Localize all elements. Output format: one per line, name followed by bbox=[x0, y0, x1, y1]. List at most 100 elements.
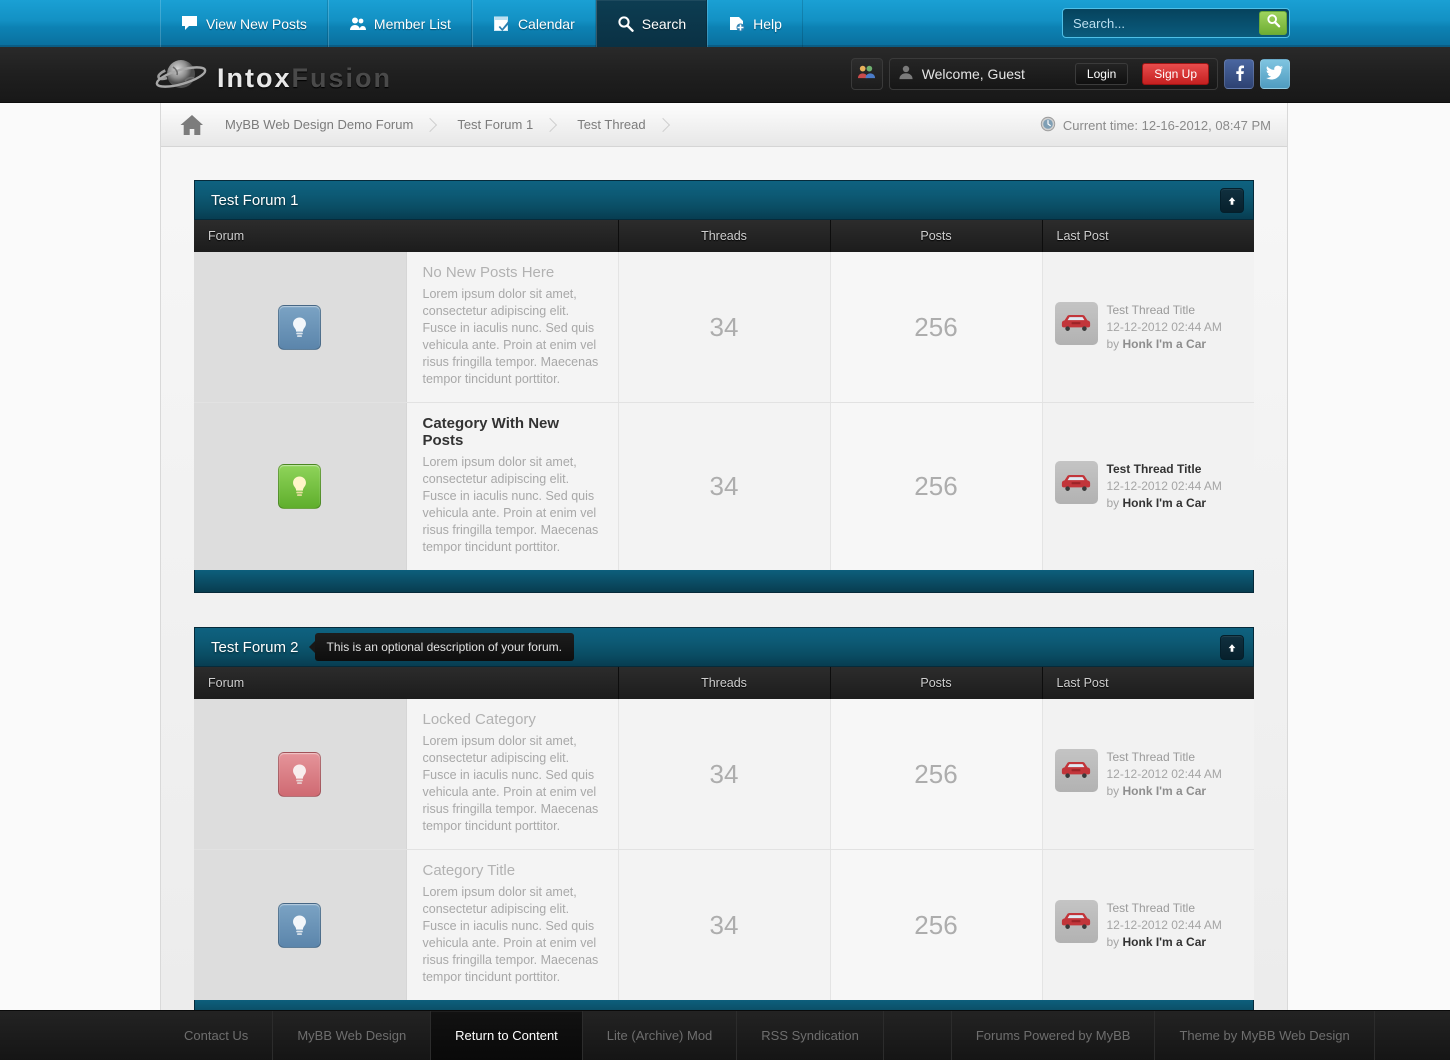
table-row: Locked Category Lorem ipsum dolor sit am… bbox=[194, 699, 1254, 850]
breadcrumb-item-2[interactable]: Test Thread bbox=[563, 103, 675, 147]
logo-text-second: Fusion bbox=[291, 63, 392, 93]
car-avatar-icon[interactable] bbox=[1054, 301, 1098, 345]
footer-link-powered-by-mybb[interactable]: Forums Powered by MyBB bbox=[952, 1011, 1156, 1060]
last-post-author-line: by Honk I'm a Car bbox=[1107, 495, 1222, 512]
nav-item-label: Member List bbox=[373, 15, 451, 32]
lightbulb-icon[interactable] bbox=[278, 464, 322, 509]
welcome-text: Welcome, Guest bbox=[921, 66, 1025, 82]
by-prefix: by bbox=[1106, 783, 1123, 798]
forum-status-cell bbox=[194, 402, 407, 570]
nav-items: View New Posts Member List Calendar Sear… bbox=[160, 0, 803, 47]
forum-status-cell bbox=[194, 699, 407, 850]
clock-icon bbox=[1040, 116, 1056, 135]
breadcrumb-item-0[interactable]: MyBB Web Design Demo Forum bbox=[211, 103, 443, 147]
forum-info-cell: No New Posts Here Lorem ipsum dolor sit … bbox=[406, 252, 618, 403]
breadcrumb-item-1[interactable]: Test Forum 1 bbox=[443, 103, 563, 147]
threads-count: 34 bbox=[617, 699, 830, 850]
last-post-author[interactable]: Honk I'm a Car bbox=[1123, 935, 1207, 949]
by-prefix: by bbox=[1106, 934, 1123, 949]
forum-table: Forum Threads Posts Last Post bbox=[194, 220, 1254, 570]
lightbulb-icon[interactable] bbox=[278, 751, 322, 797]
collapse-up-icon[interactable] bbox=[1220, 188, 1244, 213]
threads-count: 34 bbox=[617, 252, 830, 403]
welcome-box: Welcome, Guest Login Sign Up bbox=[888, 58, 1218, 90]
col-threads: Threads bbox=[618, 220, 831, 252]
magnifier-icon bbox=[1266, 13, 1281, 33]
last-post-title[interactable]: Test Thread Title bbox=[1107, 302, 1222, 319]
forum-panel-0: Test Forum 1 Forum Threads Posts Last Po… bbox=[194, 180, 1254, 593]
last-post-author[interactable]: Honk I'm a Car bbox=[1123, 496, 1207, 510]
posts-count: 256 bbox=[829, 849, 1042, 1000]
last-post-author[interactable]: Honk I'm a Car bbox=[1123, 337, 1207, 351]
home-icon[interactable] bbox=[179, 113, 205, 137]
col-last-post: Last Post bbox=[1042, 220, 1254, 252]
col-posts: Posts bbox=[830, 667, 1043, 699]
last-post-cell: Test Thread Title 12-12-2012 02:44 AM by… bbox=[1041, 402, 1254, 570]
nav-item-calendar[interactable]: Calendar bbox=[471, 0, 596, 47]
last-post-title[interactable]: Test Thread Title bbox=[1107, 900, 1222, 917]
table-row: Category Title Lorem ipsum dolor sit ame… bbox=[194, 849, 1254, 1000]
footer-links: Contact Us MyBB Web Design Return to Con… bbox=[160, 1011, 1375, 1060]
breadcrumb: MyBB Web Design Demo Forum Test Forum 1 … bbox=[161, 103, 1287, 147]
threads-count: 34 bbox=[617, 402, 830, 570]
buddy-list-button[interactable] bbox=[850, 58, 883, 90]
footer-link-lite-archive-mod[interactable]: Lite (Archive) Mod bbox=[583, 1011, 738, 1060]
col-last-post: Last Post bbox=[1042, 667, 1254, 699]
footer-link-rss-syndication[interactable]: RSS Syndication bbox=[737, 1011, 884, 1060]
footer-link-mybb-web-design[interactable]: MyBB Web Design bbox=[273, 1011, 432, 1060]
last-post-author[interactable]: Honk I'm a Car bbox=[1123, 784, 1207, 798]
car-avatar-icon[interactable] bbox=[1054, 461, 1098, 504]
forum-page: View New Posts Member List Calendar Sear… bbox=[0, 0, 1450, 1060]
lightbulb-icon[interactable] bbox=[278, 902, 322, 948]
facebook-icon bbox=[1230, 63, 1248, 86]
forum-table-header-row: Forum Threads Posts Last Post bbox=[194, 667, 1254, 699]
last-post-title[interactable]: Test Thread Title bbox=[1107, 461, 1222, 478]
last-post-cell: Test Thread Title 12-12-2012 02:44 AM by… bbox=[1041, 252, 1254, 403]
forum-table: Forum Threads Posts Last Post bbox=[194, 667, 1254, 1000]
signup-button[interactable]: Sign Up bbox=[1142, 63, 1209, 85]
buddy-list-icon bbox=[857, 62, 876, 86]
posts-count: 256 bbox=[829, 699, 1042, 850]
car-avatar-icon[interactable] bbox=[1054, 899, 1098, 943]
nav-item-view-new-posts[interactable]: View New Posts bbox=[160, 0, 328, 47]
last-post-author-line: by Honk I'm a Car bbox=[1107, 934, 1222, 951]
search-submit-button[interactable] bbox=[1259, 11, 1287, 35]
last-post-title[interactable]: Test Thread Title bbox=[1107, 749, 1222, 766]
twitter-button[interactable] bbox=[1260, 59, 1290, 89]
forum-info-cell: Locked Category Lorem ipsum dolor sit am… bbox=[406, 699, 618, 850]
last-post-date: 12-12-2012 02:44 AM bbox=[1106, 766, 1222, 781]
collapse-up-icon[interactable] bbox=[1220, 635, 1244, 660]
top-navigation-bar: View New Posts Member List Calendar Sear… bbox=[0, 0, 1450, 47]
forum-name-link[interactable]: Locked Category bbox=[423, 711, 602, 728]
forum-name-link[interactable]: Category Title bbox=[423, 862, 602, 879]
col-forum: Forum bbox=[194, 667, 619, 699]
nav-item-member-list[interactable]: Member List bbox=[327, 0, 472, 47]
car-avatar-icon[interactable] bbox=[1054, 748, 1098, 792]
posts-count: 256 bbox=[829, 252, 1042, 403]
by-prefix: by bbox=[1106, 496, 1123, 510]
footer-link-contact-us[interactable]: Contact Us bbox=[160, 1011, 274, 1060]
last-post-date: 12-12-2012 02:44 AM bbox=[1106, 479, 1222, 493]
guest-avatar-icon bbox=[898, 64, 914, 85]
site-logo[interactable]: IntoxFusion bbox=[155, 55, 392, 102]
search-box[interactable] bbox=[1062, 8, 1290, 38]
footer-link-return-to-content[interactable]: Return to Content bbox=[431, 1011, 583, 1060]
nav-item-help[interactable]: Help bbox=[707, 0, 803, 47]
forum-description: Lorem ipsum dolor sit amet, consectetur … bbox=[422, 455, 599, 554]
forum-name-link[interactable]: Category With New Posts bbox=[423, 415, 602, 449]
lightbulb-icon[interactable] bbox=[278, 304, 322, 350]
footer-link-theme-by-mybb-web-design[interactable]: Theme by MyBB Web Design bbox=[1155, 1011, 1375, 1060]
planet-saturn-icon bbox=[155, 55, 207, 102]
nav-item-search[interactable]: Search bbox=[595, 0, 708, 47]
forum-description-tooltip: This is an optional description of your … bbox=[314, 633, 574, 661]
forum-panel-title: Test Forum 1 bbox=[211, 191, 299, 209]
last-post-author-line: by Honk I'm a Car bbox=[1107, 783, 1222, 800]
forum-name-link[interactable]: No New Posts Here bbox=[423, 264, 602, 281]
nav-item-label: Calendar bbox=[517, 15, 575, 32]
search-input[interactable] bbox=[1065, 15, 1259, 31]
facebook-button[interactable] bbox=[1224, 59, 1254, 89]
logo-text-first: Intox bbox=[217, 63, 292, 93]
login-button[interactable]: Login bbox=[1074, 63, 1129, 85]
nav-item-label: Search bbox=[641, 15, 687, 32]
forum-panel-footer bbox=[194, 570, 1254, 593]
